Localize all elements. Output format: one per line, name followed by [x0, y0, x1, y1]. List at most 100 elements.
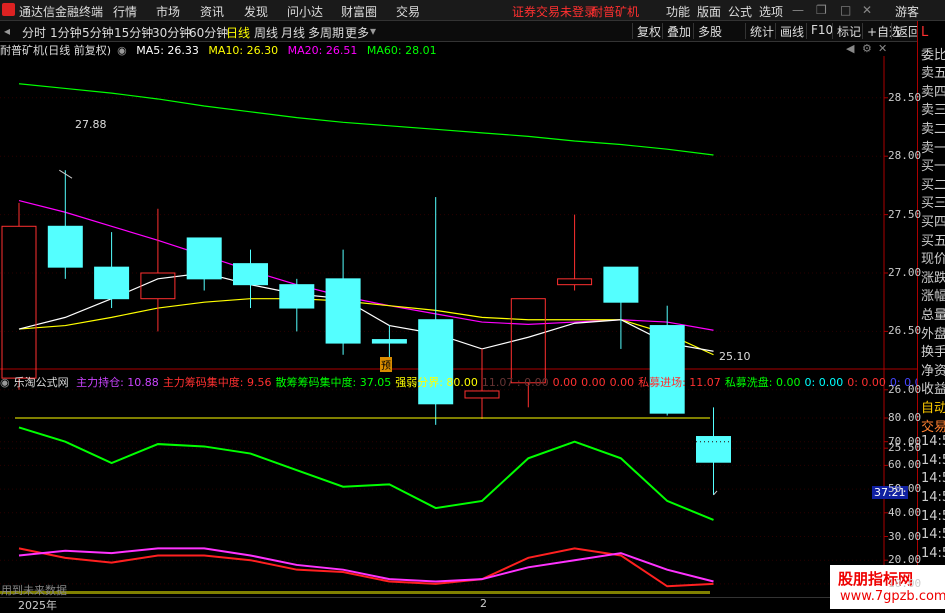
candle: [325, 249, 361, 355]
tool-multi-stock[interactable]: 多股: [693, 23, 722, 39]
indicator-value-5: 0.00: [552, 376, 578, 389]
candle: [371, 325, 407, 358]
close-icon[interactable]: ✕: [862, 3, 872, 17]
right-panel-label[interactable]: 现价: [921, 248, 945, 267]
indicator-name[interactable]: 乐淘公式网: [14, 376, 69, 389]
right-panel-label: 14:5: [921, 545, 945, 561]
indicator-value-3: 强弱分界: 80.00: [395, 376, 478, 389]
candle: [418, 197, 454, 425]
tool-mark[interactable]: 标记: [832, 23, 861, 39]
menu-layout[interactable]: 版面: [697, 3, 721, 20]
right-panel-label[interactable]: 卖二: [921, 118, 945, 137]
indicator-value-9: 私募洗盘: 0.00: [724, 376, 801, 389]
menu-quotes[interactable]: 行情: [113, 3, 137, 20]
menu-bar: 通达信金融终端 行情 市场 资讯 发现 问小达 财富圈 交易 证券交易未登录 耐…: [0, 0, 945, 21]
period-60min[interactable]: 60分钟: [189, 24, 228, 41]
max-price-label: 27.88: [75, 118, 107, 131]
restore-icon[interactable]: ❐: [816, 3, 827, 17]
tool-overlay[interactable]: 叠加: [662, 23, 691, 39]
chart-expand-icon[interactable]: ◀: [846, 42, 854, 55]
right-panel-label[interactable]: 卖一: [921, 137, 945, 156]
period-1min[interactable]: 1分钟: [50, 24, 82, 41]
ind-y-tick-label: 70.00: [888, 434, 922, 448]
menu-wealth[interactable]: 财富圈: [341, 3, 377, 20]
right-panel-label[interactable]: 涨幅: [921, 285, 945, 304]
menu-market[interactable]: 市场: [156, 3, 180, 20]
indicator-value-11: 0: 0.00: [847, 376, 886, 389]
period-toolbar: ◂ 分时 1分钟 5分钟 15分钟 30分钟 60分钟 日线 周线 月线 多周期…: [0, 21, 945, 42]
right-panel-label: 14:5: [921, 508, 945, 524]
menu-discover[interactable]: 发现: [244, 3, 268, 20]
right-panel-label[interactable]: 收益: [921, 378, 945, 397]
period-5min[interactable]: 5分钟: [82, 24, 114, 41]
period-intraday[interactable]: 分时: [22, 24, 46, 41]
right-panel-label[interactable]: 买四: [921, 211, 945, 230]
trade-login-status[interactable]: 证券交易未登录: [512, 3, 596, 20]
right-panel-label: 14:5: [921, 490, 945, 505]
stock-name-header: 耐普矿机: [591, 5, 640, 19]
kline-chart[interactable]: [0, 56, 917, 597]
candle-body: [47, 225, 83, 268]
candle-body: [464, 390, 500, 399]
right-panel-label[interactable]: 卖五: [921, 62, 945, 81]
menu-trade[interactable]: 交易: [396, 3, 420, 20]
right-panel-label[interactable]: 卖四: [921, 81, 945, 100]
right-panel-label[interactable]: 买一: [921, 155, 945, 174]
ma10-line: [18, 298, 714, 356]
indicator-value-4: 11.07 : 0.00: [481, 376, 549, 389]
indicator-settings-icon[interactable]: ◉: [0, 376, 10, 389]
back-arrow-icon[interactable]: ◂: [4, 24, 10, 38]
menu-ask[interactable]: 问小达: [287, 3, 323, 20]
tool-draw[interactable]: 画线: [775, 23, 804, 39]
period-multi[interactable]: 多周期: [308, 24, 344, 41]
candle-body: [279, 284, 315, 309]
y-tick-label: 26.00: [888, 382, 922, 396]
candle-body: [186, 237, 222, 280]
period-monthly[interactable]: 月线: [281, 24, 305, 41]
candle: [557, 214, 593, 291]
menu-options[interactable]: 选项: [759, 3, 783, 20]
right-panel-label[interactable]: 卖三: [921, 99, 945, 118]
right-panel-label: 自动: [921, 401, 945, 416]
tool-statistics[interactable]: 统计: [745, 23, 774, 39]
y-tick-label: 27.00: [888, 266, 922, 279]
right-panel-label[interactable]: 买三: [921, 192, 945, 211]
chart-settings-icon[interactable]: ⚙: [862, 42, 872, 55]
candle: [94, 232, 130, 309]
right-panel-label[interactable]: 涨跌: [921, 267, 945, 286]
ind-y-tick-label: 10.00: [888, 576, 922, 590]
right-panel-label[interactable]: 委比: [921, 44, 945, 63]
year-label: 2025年: [18, 599, 57, 612]
candle-body: [94, 266, 130, 300]
minimize-icon[interactable]: —: [792, 3, 804, 17]
period-15min[interactable]: 15分钟: [114, 24, 153, 41]
chart-close-icon[interactable]: ✕: [878, 42, 887, 55]
watermark-url: www.7gpzb.com: [840, 589, 945, 604]
indicator-value-1: 主力筹码集中度: 9.56: [162, 376, 272, 389]
menu-formula[interactable]: 公式: [728, 3, 752, 20]
period-daily[interactable]: 日线: [226, 24, 250, 41]
tool-return[interactable]: 返回: [891, 23, 920, 39]
event-marker[interactable]: 预: [380, 357, 392, 372]
right-panel-label[interactable]: 外盘: [921, 323, 945, 342]
right-panel-label[interactable]: 换手: [921, 341, 945, 360]
maximize-icon[interactable]: □: [840, 3, 851, 17]
menu-news[interactable]: 资讯: [200, 3, 224, 20]
right-panel-label[interactable]: L: [921, 25, 928, 40]
candle-body: [418, 319, 454, 405]
more-dropdown-icon[interactable]: ▾: [370, 24, 376, 38]
right-panel-label[interactable]: 买二: [921, 174, 945, 193]
user-guest[interactable]: 游客: [895, 3, 919, 20]
right-panel-label[interactable]: 净资: [921, 360, 945, 379]
period-weekly[interactable]: 周线: [254, 24, 278, 41]
right-panel-label[interactable]: 买五: [921, 230, 945, 249]
menu-function[interactable]: 功能: [666, 3, 690, 20]
indicator-value-2: 散筹筹码集中度: 37.05: [275, 376, 392, 389]
y-tick-label: 26.50: [888, 324, 922, 338]
min-price-label: 25.10: [719, 350, 751, 363]
tool-f10[interactable]: F10: [806, 23, 833, 39]
tool-adjust[interactable]: 复权: [632, 23, 661, 39]
right-panel-label[interactable]: 总量: [921, 304, 945, 323]
period-more[interactable]: 更多: [345, 24, 369, 41]
period-30min[interactable]: 30分钟: [152, 24, 191, 41]
